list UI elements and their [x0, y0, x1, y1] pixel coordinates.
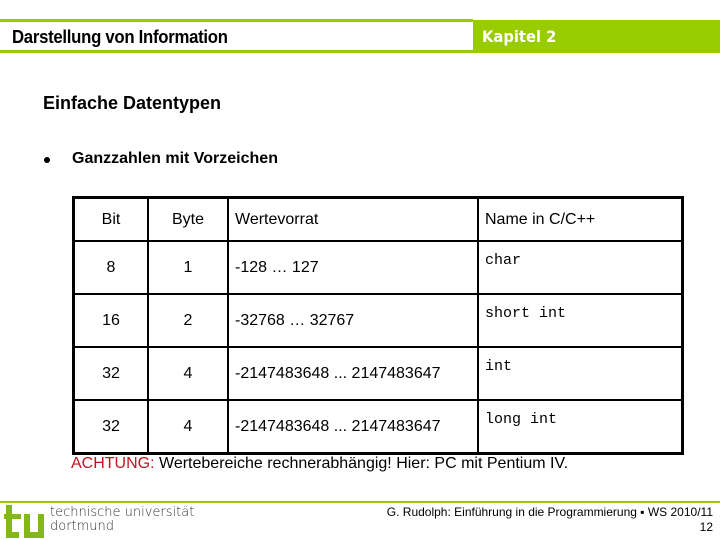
column-header-bit: Bit — [72, 196, 149, 242]
chapter-band: Kapitel 2 — [473, 20, 720, 53]
warning-note: ACHTUNG: Wertebereiche rechnerabhängig! … — [71, 455, 568, 473]
university-name-line1: technische universität — [50, 505, 195, 520]
cell-range: -32768 … 32767 — [227, 293, 479, 348]
cell-type-name: short int — [477, 293, 684, 348]
cell-range: -2147483648 ... 2147483647 — [227, 399, 479, 455]
university-name-line2: dortmund — [50, 519, 115, 534]
slide-title: Darstellung von Information — [12, 27, 228, 47]
warning-label: ACHTUNG: — [71, 455, 155, 472]
bullet-item: Ganzzahlen mit Vorzeichen — [44, 150, 278, 168]
bullet-text: Ganzzahlen mit Vorzeichen — [72, 150, 278, 167]
section-heading: Einfache Datentypen — [43, 93, 222, 113]
cell-byte: 4 — [147, 346, 229, 401]
cell-bit: 8 — [72, 240, 149, 295]
course-credit: G. Rudolph: Einführung in die Programmie… — [386, 505, 713, 519]
cell-range: -128 … 127 — [227, 240, 479, 295]
page-number: 12 — [699, 520, 713, 534]
table-row: 32 4 -2147483648 ... 2147483647 long int — [72, 399, 684, 455]
table-header-row: Bit Byte Wertevorrat Name in C/C++ — [72, 196, 684, 242]
table-row: 32 4 -2147483648 ... 2147483647 int — [72, 346, 684, 401]
tu-logo-icon — [4, 505, 44, 538]
footer-credit: G. Rudolph: Einführung in die Programmie… — [387, 505, 713, 535]
chapter-label: Kapitel 2 — [482, 27, 557, 46]
cell-type-name: long int — [477, 399, 684, 455]
cell-byte: 2 — [147, 293, 229, 348]
footer-rule — [0, 501, 720, 503]
cell-bit: 32 — [72, 346, 149, 401]
column-header-byte: Byte — [147, 196, 229, 242]
cell-bit: 16 — [72, 293, 149, 348]
cell-byte: 4 — [147, 399, 229, 455]
warning-text: Wertebereiche rechnerabhängig! Hier: PC … — [154, 455, 569, 472]
header-rule-bottom — [0, 50, 473, 53]
cell-range: -2147483648 ... 2147483647 — [227, 346, 479, 401]
table-row: 16 2 -32768 … 32767 short int — [72, 293, 684, 348]
column-header-range: Wertevorrat — [227, 196, 479, 242]
cell-type-name: char — [477, 240, 684, 295]
integer-types-table: Bit Byte Wertevorrat Name in C/C++ 8 1 -… — [72, 196, 684, 455]
cell-type-name: int — [477, 346, 684, 401]
bullet-icon — [44, 156, 50, 163]
university-name: technische universität dortmund — [50, 506, 194, 534]
column-header-name: Name in C/C++ — [477, 196, 684, 242]
cell-bit: 32 — [72, 399, 149, 455]
cell-byte: 1 — [147, 240, 229, 295]
table-row: 8 1 -128 … 127 char — [72, 240, 684, 295]
header-rule-top — [0, 19, 473, 22]
